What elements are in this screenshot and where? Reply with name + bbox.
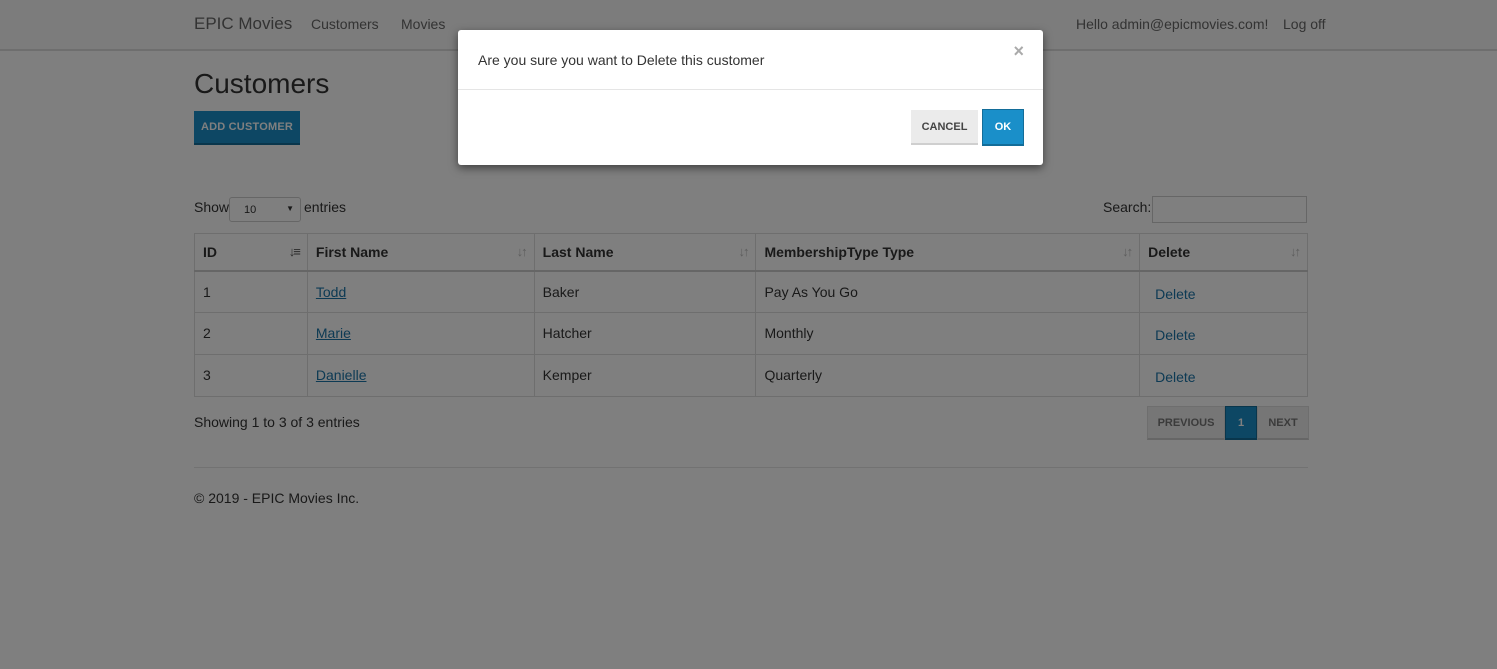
ok-button[interactable]: OK [982,109,1024,146]
modal-header: Are you sure you want to Delete this cus… [458,30,1043,90]
confirm-dialog: Are you sure you want to Delete this cus… [458,30,1043,165]
close-icon[interactable]: × [1013,41,1024,62]
modal-message: Are you sure you want to Delete this cus… [478,52,765,68]
cancel-button[interactable]: CANCEL [911,110,978,145]
